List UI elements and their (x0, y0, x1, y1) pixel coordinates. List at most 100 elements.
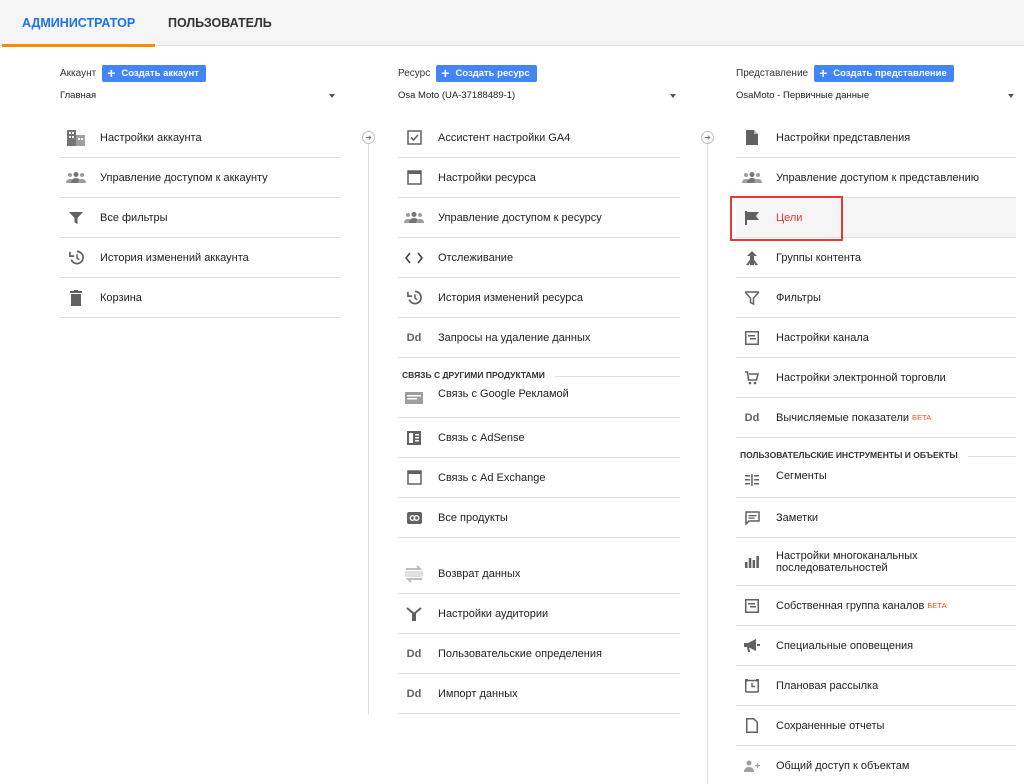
segments-icon (742, 470, 762, 490)
bar-chart-icon (742, 552, 762, 572)
property-select[interactable]: Osa Moto (UA-37188489-1) (398, 90, 676, 106)
view-header: Представление + Создать представление (736, 64, 954, 82)
trash-icon (66, 288, 86, 308)
dd-icon: Dd (744, 411, 760, 424)
property-header: Ресурс + Создать ресурс (398, 64, 537, 82)
column-divider (368, 130, 369, 715)
account-menu: Настройки аккаунта Управление доступом к… (60, 118, 340, 318)
view-title: Представление (736, 67, 809, 79)
data-return-icon (404, 564, 424, 584)
ad-exchange-link-item[interactable]: Связь с Ad Exchange (398, 458, 680, 498)
create-account-button[interactable]: + Создать аккаунт (102, 64, 206, 82)
top-tabs: АДМИНИСТРАТОР ПОЛЬЗОВАТЕЛЬ (0, 0, 1024, 47)
view-select[interactable]: OsaMoto - Первичные данные (736, 90, 1014, 106)
megaphone-icon (742, 636, 762, 656)
audience-icon (404, 604, 424, 624)
ga4-assistant-item[interactable]: Ассистент настройки GA4 (398, 118, 680, 158)
highlight-box (730, 196, 843, 241)
dd-icon: Dd (406, 687, 422, 700)
property-history-item[interactable]: История изменений ресурса (398, 278, 680, 318)
arrow-right-icon: ➜ (362, 131, 375, 144)
dd-icon: Dd (406, 647, 422, 660)
window-icon (404, 468, 424, 488)
property-settings-item[interactable]: Настройки ресурса (398, 158, 680, 198)
tracking-item[interactable]: Отслеживание (398, 238, 680, 278)
all-products-item[interactable]: Все продукты (398, 498, 680, 538)
data-return-item[interactable]: Возврат данных (398, 554, 680, 594)
tab-admin[interactable]: АДМИНИСТРАТОР (2, 0, 156, 47)
adsense-link-item[interactable]: Связь с AdSense (398, 418, 680, 458)
view-filters-item[interactable]: Фильтры (736, 278, 1016, 318)
plus-icon: + (819, 65, 828, 81)
content-groups-icon (742, 248, 762, 268)
document-icon (742, 128, 762, 148)
account-access-item[interactable]: Управление доступом к аккаунту (60, 158, 340, 198)
audience-settings-item[interactable]: Настройки аудитории (398, 594, 680, 634)
building-icon (66, 128, 86, 148)
create-view-button[interactable]: + Создать представление (814, 64, 954, 82)
scheduled-emails-item[interactable]: Плановая рассылка (736, 666, 1016, 706)
multichannel-settings-item[interactable]: Настройки многоканальных последовательнос… (736, 538, 1016, 586)
channel-icon (742, 596, 762, 616)
filter-icon (66, 208, 86, 228)
channel-icon (742, 328, 762, 348)
calculated-metrics-item[interactable]: Dd Вычисляемые показатели БЕТА (736, 398, 1016, 438)
ads-icon (404, 388, 424, 408)
create-property-button[interactable]: + Создать ресурс (436, 64, 537, 82)
trash-item[interactable]: Корзина (60, 278, 340, 318)
segments-item[interactable]: Сегменты (736, 466, 1016, 498)
column-divider (707, 130, 708, 784)
clock-icon (742, 676, 762, 696)
view-access-item[interactable]: Управление доступом к представлению (736, 158, 1016, 198)
content-groups-item[interactable]: Группы контента (736, 238, 1016, 278)
notes-item[interactable]: Заметки (736, 498, 1016, 538)
custom-alerts-item[interactable]: Специальные оповещения (736, 626, 1016, 666)
all-filters-item[interactable]: Все фильтры (60, 198, 340, 238)
history-icon (66, 248, 86, 268)
filter-icon (742, 288, 762, 308)
history-icon (404, 288, 424, 308)
beta-badge: БЕТА (912, 413, 932, 422)
people-icon (404, 208, 424, 228)
ecommerce-settings-item[interactable]: Настройки электронной торговли (736, 358, 1016, 398)
account-settings-item[interactable]: Настройки аккаунта (60, 118, 340, 158)
report-icon (742, 716, 762, 736)
custom-channel-group-item[interactable]: Собственная группа каналов БЕТА (736, 586, 1016, 626)
account-title: Аккаунт (60, 67, 97, 79)
dropdown-arrow-icon (1008, 94, 1014, 98)
tools-section-header: ПОЛЬЗОВАТЕЛЬСКИЕ ИНСТРУМЕНТЫ И ОБЪЕКТЫ (736, 438, 1016, 466)
tab-user[interactable]: ПОЛЬЗОВАТЕЛЬ (148, 0, 292, 46)
account-history-item[interactable]: История изменений аккаунта (60, 238, 340, 278)
property-title: Ресурс (398, 67, 431, 79)
google-ads-link-item[interactable]: Связь с Google Рекламой (398, 386, 680, 418)
share-icon (742, 756, 762, 776)
data-deletion-item[interactable]: Dd Запросы на удаление данных (398, 318, 680, 358)
view-settings-item[interactable]: Настройки представления (736, 118, 1016, 158)
property-access-item[interactable]: Управление доступом к ресурсу (398, 198, 680, 238)
link-icon (404, 508, 424, 528)
dd-icon: Dd (406, 331, 422, 344)
cart-icon (742, 368, 762, 388)
property-menu: Ассистент настройки GA4 Настройки ресурс… (398, 118, 680, 714)
custom-definitions-item[interactable]: Dd Пользовательские определения (398, 634, 680, 674)
code-icon (404, 248, 424, 268)
products-section-header: СВЯЗЬ С ДРУГИМИ ПРОДУКТАМИ (398, 358, 680, 386)
account-select[interactable]: Главная (60, 90, 335, 106)
plus-icon: + (441, 65, 450, 81)
dropdown-arrow-icon (329, 94, 335, 98)
saved-reports-item[interactable]: Сохраненные отчеты (736, 706, 1016, 746)
beta-badge: БЕТА (927, 601, 947, 610)
notes-icon (742, 508, 762, 528)
window-icon (404, 168, 424, 188)
adsense-icon (404, 428, 424, 448)
channel-settings-item[interactable]: Настройки канала (736, 318, 1016, 358)
data-import-item[interactable]: Dd Импорт данных (398, 674, 680, 714)
people-icon (66, 168, 86, 188)
arrow-right-icon: ➜ (701, 131, 714, 144)
share-assets-item[interactable]: Общий доступ к объектам (736, 746, 1016, 784)
checkbox-icon (404, 128, 424, 148)
dropdown-arrow-icon (670, 94, 676, 98)
people-icon (742, 168, 762, 188)
account-header: Аккаунт + Создать аккаунт (60, 64, 206, 82)
